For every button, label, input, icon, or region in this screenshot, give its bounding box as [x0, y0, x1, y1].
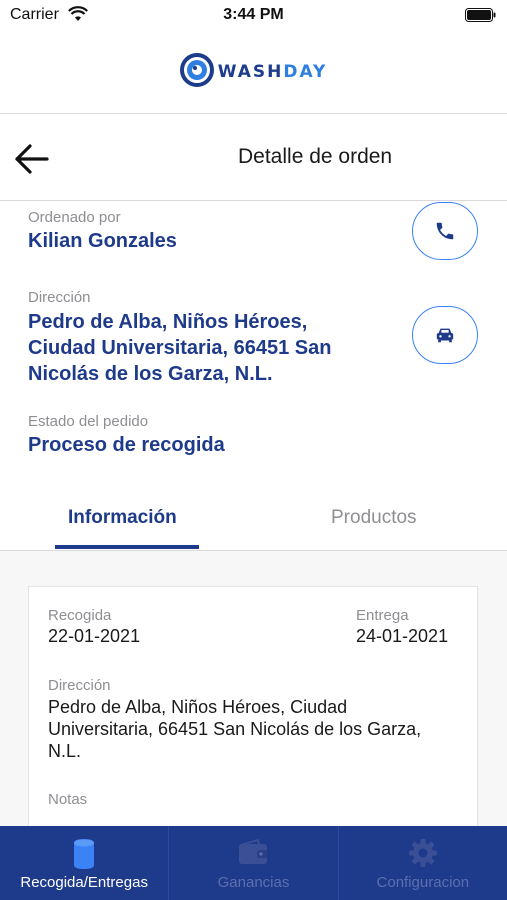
address-line-2: Ciudad Universitaria, 66451 San	[28, 337, 332, 359]
pickup-date: 22-01-2021	[48, 626, 141, 646]
notes-label: Notas	[48, 791, 88, 808]
address-line-1: Pedro de Alba, Niños Héroes,	[28, 311, 308, 333]
bottom-tab-bar: Recogida/Entregas Ganancias Configuracio…	[0, 826, 507, 900]
delivery-label: Entrega	[356, 607, 409, 624]
gear-icon	[408, 839, 437, 867]
directions-button[interactable]	[412, 306, 478, 364]
card-address-line-3: N.L.	[48, 741, 82, 761]
info-card: Recogida 22-01-2021 Entrega 24-01-2021 D…	[28, 586, 478, 846]
status-time: 3:44 PM	[223, 6, 284, 23]
arrow-left-icon	[15, 144, 49, 174]
cylinder-icon	[74, 839, 95, 869]
address-label: Dirección	[28, 289, 91, 306]
delivery-date: 24-01-2021	[356, 626, 449, 646]
tabbar-label-configuracion: Configuracion	[376, 874, 470, 891]
tabbar-item-ganancias[interactable]: Ganancias	[168, 826, 337, 900]
brand-name: WASHDAY	[218, 62, 328, 82]
car-icon	[436, 328, 454, 343]
address-line-3: Nicolás de los Garza, N.L.	[28, 363, 273, 385]
battery-icon	[465, 7, 497, 28]
status-bar: Carrier 3:44 PM	[0, 0, 507, 30]
brand-logo: WASHDAY	[0, 52, 507, 92]
active-tab-indicator	[55, 545, 199, 549]
card-address-label: Dirección	[48, 677, 111, 694]
card-address-line-2: Universitaria, 66451 San Nicolás de los …	[48, 719, 422, 739]
phone-icon	[436, 222, 454, 240]
nav-header: Detalle de orden	[0, 114, 507, 201]
ordered-by-value: Kilian Gonzales	[28, 230, 177, 252]
back-button[interactable]	[14, 142, 54, 176]
brand-name-part2: DAY	[283, 62, 328, 82]
tab-productos[interactable]: Productos	[331, 507, 417, 529]
ordered-by-label: Ordenado por	[28, 209, 121, 226]
pickup-label: Recogida	[48, 607, 112, 624]
call-button[interactable]	[412, 202, 478, 260]
status-value: Proceso de recogida	[28, 434, 225, 456]
tabbar-label-recogida-entregas: Recogida/Entregas	[20, 874, 148, 891]
brand-name-part1: WASH	[217, 62, 284, 82]
tabbar-label-ganancias: Ganancias	[217, 874, 290, 891]
card-address-line-1: Pedro de Alba, Niños Héroes, Ciudad	[48, 697, 348, 717]
tab-informacion[interactable]: Información	[68, 507, 177, 529]
tabbar-item-configuracion[interactable]: Configuracion	[337, 826, 507, 900]
wallet-icon	[239, 838, 268, 864]
tabbar-item-recogida-entregas[interactable]: Recogida/Entregas	[0, 826, 168, 900]
page-title: Detalle de orden	[238, 145, 393, 168]
detail-tabs: Información Productos	[0, 492, 507, 551]
status-label: Estado del pedido	[28, 413, 149, 430]
washday-logo-icon	[179, 52, 214, 92]
